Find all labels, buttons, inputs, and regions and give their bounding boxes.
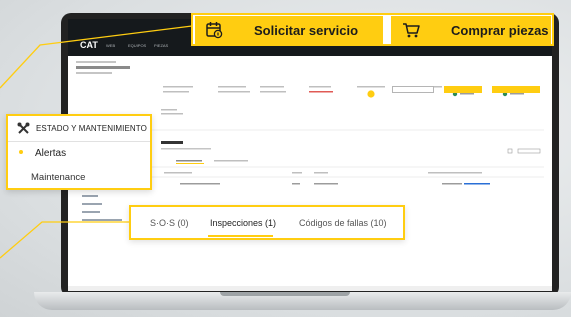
tab-inspecciones[interactable]: Inspecciones (1) xyxy=(210,218,276,228)
menu-item-label: Alertas xyxy=(35,148,67,159)
active-indicator-dot xyxy=(19,150,23,154)
calendar-wrench-icon xyxy=(206,22,223,39)
request-service-label: Solicitar servicio xyxy=(254,23,359,38)
menu-item-label: Maintenance xyxy=(31,172,86,183)
buy-parts-label: Comprar piezas xyxy=(451,23,549,38)
tab-sos[interactable]: S·O·S (0) xyxy=(150,218,189,228)
status-maintenance-menu: ESTADO Y MANTENIMIENTO Alertas Maintenan… xyxy=(6,114,152,190)
tab-codigos-fallas[interactable]: Códigos de fallas (10) xyxy=(299,218,387,228)
menu-header[interactable]: ESTADO Y MANTENIMIENTO xyxy=(8,116,150,142)
tools-icon xyxy=(17,122,30,134)
request-service-button[interactable]: Solicitar servicio xyxy=(195,16,383,44)
buy-parts-button[interactable]: Comprar piezas xyxy=(391,16,551,44)
cart-icon xyxy=(403,23,420,38)
menu-item-alertas[interactable]: Alertas xyxy=(8,143,150,165)
alert-tabs-callout: S·O·S (0) Inspecciones (1) Códigos de fa… xyxy=(129,205,405,240)
menu-item-maintenance[interactable]: Maintenance xyxy=(8,166,150,188)
active-tab-underline xyxy=(208,235,273,237)
menu-header-label: ESTADO Y MANTENIMIENTO xyxy=(36,124,147,133)
